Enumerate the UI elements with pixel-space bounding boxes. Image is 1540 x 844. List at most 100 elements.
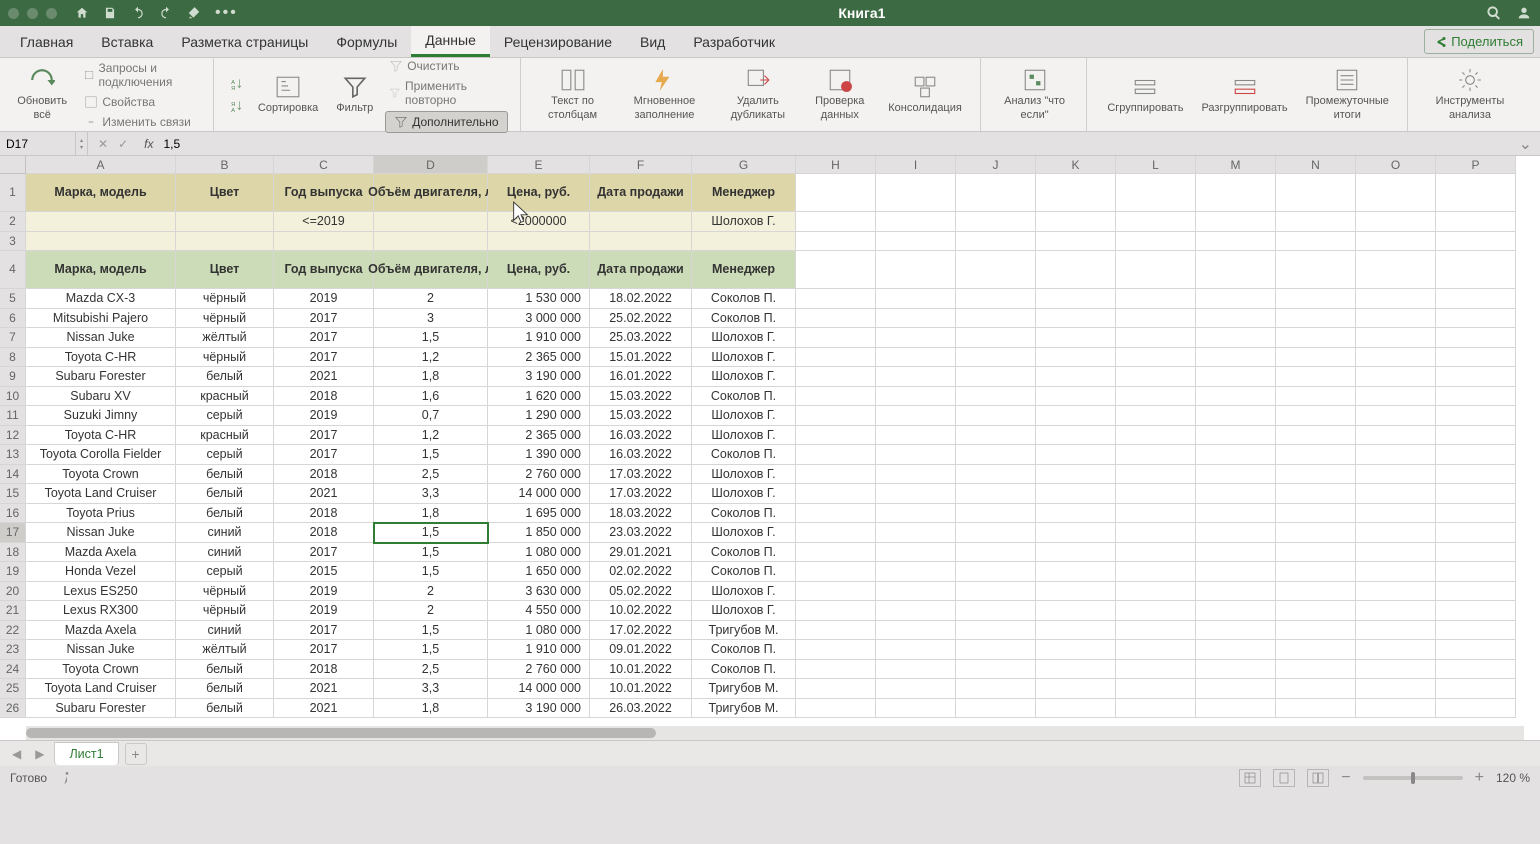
cell-K16[interactable]	[1036, 504, 1116, 524]
add-sheet-button[interactable]: +	[125, 743, 147, 765]
cell-C17[interactable]: 2018	[274, 523, 374, 543]
cell-H16[interactable]	[796, 504, 876, 524]
row-header-20[interactable]: 20	[0, 582, 26, 602]
cell-P9[interactable]	[1436, 367, 1516, 387]
filter-button[interactable]: Фильтр	[330, 72, 379, 117]
cell-A13[interactable]: Toyota Corolla Fielder	[26, 445, 176, 465]
cell-E9[interactable]: 3 190 000	[488, 367, 590, 387]
cell-A9[interactable]: Subaru Forester	[26, 367, 176, 387]
row-header-7[interactable]: 7	[0, 328, 26, 348]
cell-N10[interactable]	[1276, 387, 1356, 407]
search-icon[interactable]	[1486, 5, 1502, 21]
cell-K22[interactable]	[1036, 621, 1116, 641]
cell-A25[interactable]: Toyota Land Cruiser	[26, 679, 176, 699]
row-header-1[interactable]: 1	[0, 174, 26, 212]
cell-G18[interactable]: Соколов П.	[692, 543, 796, 563]
cell-K13[interactable]	[1036, 445, 1116, 465]
cell-I15[interactable]	[876, 484, 956, 504]
cell-M24[interactable]	[1196, 660, 1276, 680]
queries-button[interactable]: Запросы и подключения	[80, 59, 201, 91]
cell-J19[interactable]	[956, 562, 1036, 582]
cell-H7[interactable]	[796, 328, 876, 348]
select-all-corner[interactable]	[0, 156, 26, 174]
cell-F11[interactable]: 15.03.2022	[590, 406, 692, 426]
sort-asc-icon[interactable]: AЯ	[228, 77, 246, 91]
cell-L23[interactable]	[1116, 640, 1196, 660]
cell-A26[interactable]: Subaru Forester	[26, 699, 176, 719]
cell-C6[interactable]: 2017	[274, 309, 374, 329]
cell-A6[interactable]: Mitsubishi Pajero	[26, 309, 176, 329]
cell-K19[interactable]	[1036, 562, 1116, 582]
cell-A24[interactable]: Toyota Crown	[26, 660, 176, 680]
cell-N25[interactable]	[1276, 679, 1356, 699]
cell-L21[interactable]	[1116, 601, 1196, 621]
cell-C9[interactable]: 2021	[274, 367, 374, 387]
cell-D18[interactable]: 1,5	[374, 543, 488, 563]
cell-F4[interactable]: Дата продажи	[590, 251, 692, 289]
cell-O12[interactable]	[1356, 426, 1436, 446]
cell-B26[interactable]: белый	[176, 699, 274, 719]
cell-P24[interactable]	[1436, 660, 1516, 680]
cell-I20[interactable]	[876, 582, 956, 602]
sort-desc-icon[interactable]: ЯA	[228, 99, 246, 113]
cell-C7[interactable]: 2017	[274, 328, 374, 348]
cell-I7[interactable]	[876, 328, 956, 348]
cell-E8[interactable]: 2 365 000	[488, 348, 590, 368]
cell-P2[interactable]	[1436, 212, 1516, 232]
cell-G23[interactable]: Соколов П.	[692, 640, 796, 660]
cell-A8[interactable]: Toyota C-HR	[26, 348, 176, 368]
undo-icon[interactable]	[131, 6, 145, 20]
cell-K7[interactable]	[1036, 328, 1116, 348]
cell-J7[interactable]	[956, 328, 1036, 348]
cell-G15[interactable]: Шолохов Г.	[692, 484, 796, 504]
menu-formulas[interactable]: Формулы	[322, 28, 411, 56]
cell-J5[interactable]	[956, 289, 1036, 309]
cell-N13[interactable]	[1276, 445, 1356, 465]
cell-F2[interactable]	[590, 212, 692, 232]
cell-K6[interactable]	[1036, 309, 1116, 329]
cell-H14[interactable]	[796, 465, 876, 485]
cell-B22[interactable]: синий	[176, 621, 274, 641]
cell-C26[interactable]: 2021	[274, 699, 374, 719]
cell-O26[interactable]	[1356, 699, 1436, 719]
cell-H4[interactable]	[796, 251, 876, 289]
cell-B7[interactable]: жёлтый	[176, 328, 274, 348]
cell-P16[interactable]	[1436, 504, 1516, 524]
cell-D9[interactable]: 1,8	[374, 367, 488, 387]
cell-M25[interactable]	[1196, 679, 1276, 699]
cell-L9[interactable]	[1116, 367, 1196, 387]
cell-F17[interactable]: 23.03.2022	[590, 523, 692, 543]
cell-G11[interactable]: Шолохов Г.	[692, 406, 796, 426]
cell-C1[interactable]: Год выпуска	[274, 174, 374, 212]
row-header-26[interactable]: 26	[0, 699, 26, 719]
cell-E19[interactable]: 1 650 000	[488, 562, 590, 582]
cell-F13[interactable]: 16.03.2022	[590, 445, 692, 465]
cell-I8[interactable]	[876, 348, 956, 368]
col-header-O[interactable]: O	[1356, 156, 1436, 174]
row-header-19[interactable]: 19	[0, 562, 26, 582]
cell-G24[interactable]: Соколов П.	[692, 660, 796, 680]
cell-M13[interactable]	[1196, 445, 1276, 465]
cell-I3[interactable]	[876, 232, 956, 252]
cell-K18[interactable]	[1036, 543, 1116, 563]
cell-D13[interactable]: 1,5	[374, 445, 488, 465]
col-header-F[interactable]: F	[590, 156, 692, 174]
cell-C14[interactable]: 2018	[274, 465, 374, 485]
cell-O25[interactable]	[1356, 679, 1436, 699]
cell-F3[interactable]	[590, 232, 692, 252]
cell-G16[interactable]: Соколов П.	[692, 504, 796, 524]
cell-O13[interactable]	[1356, 445, 1436, 465]
cell-P6[interactable]	[1436, 309, 1516, 329]
cell-K11[interactable]	[1036, 406, 1116, 426]
cell-J16[interactable]	[956, 504, 1036, 524]
whatif-button[interactable]: Анализ "что если"	[995, 65, 1075, 123]
cell-M23[interactable]	[1196, 640, 1276, 660]
cell-K21[interactable]	[1036, 601, 1116, 621]
cell-B13[interactable]: серый	[176, 445, 274, 465]
cell-J4[interactable]	[956, 251, 1036, 289]
cell-P22[interactable]	[1436, 621, 1516, 641]
cell-J6[interactable]	[956, 309, 1036, 329]
cell-L5[interactable]	[1116, 289, 1196, 309]
col-header-M[interactable]: M	[1196, 156, 1276, 174]
cell-I21[interactable]	[876, 601, 956, 621]
